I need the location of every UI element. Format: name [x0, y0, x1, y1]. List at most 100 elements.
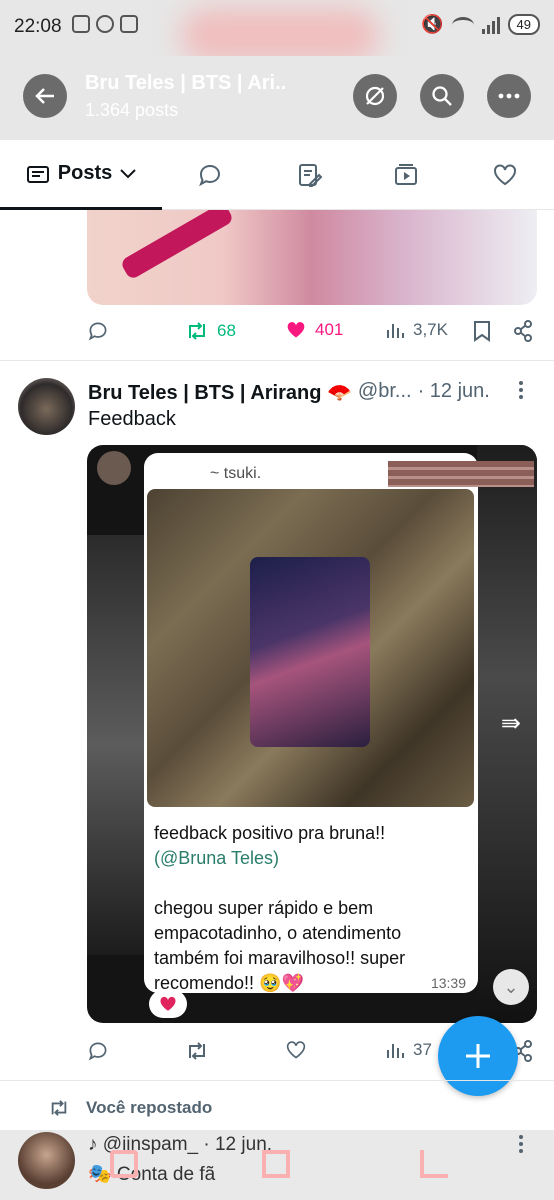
reply-button[interactable] — [87, 1040, 109, 1062]
photocard — [250, 557, 370, 747]
back-button[interactable] — [23, 74, 67, 118]
retweet-button[interactable]: 68 — [185, 320, 236, 342]
nav-back-icon[interactable] — [420, 1150, 448, 1178]
background-left — [87, 535, 147, 955]
arrow-left-icon — [35, 88, 54, 104]
retweet-button[interactable] — [185, 1040, 209, 1062]
more-horizontal-icon — [498, 93, 520, 99]
post3-subline: 🎭 Conta de fã — [88, 1164, 216, 1185]
views-count: 3,7K — [413, 320, 448, 339]
more-vertical-icon — [519, 381, 523, 399]
post-more-button[interactable] — [518, 380, 524, 406]
profile-header: Bru Teles | BTS | Ari... 1.364 posts — [0, 56, 554, 140]
tab-articles[interactable] — [280, 140, 340, 210]
divider — [0, 360, 554, 361]
chat-avatar — [97, 451, 131, 485]
divider — [0, 1080, 554, 1081]
author-name[interactable]: Bru Teles | BTS | Arirang 🪭 — [88, 380, 352, 405]
repost-label: Você repostado — [86, 1098, 213, 1117]
post-more-button[interactable] — [518, 1134, 524, 1160]
search-button[interactable] — [420, 74, 464, 118]
views-button[interactable]: 37 — [385, 1040, 432, 1060]
avatar[interactable] — [18, 1132, 75, 1189]
chevron-down-icon — [120, 168, 136, 178]
retweet-icon — [189, 1042, 205, 1060]
lightstick-shape — [119, 210, 235, 281]
like-count: 401 — [315, 320, 344, 339]
posts-icon — [26, 165, 49, 183]
views-button[interactable]: 3,7K — [385, 320, 448, 340]
nav-recents-icon[interactable] — [110, 1150, 138, 1178]
chat-message: feedback positivo pra bruna!! (@Bruna Te… — [154, 821, 468, 996]
mute-icon: 🔇 — [421, 14, 444, 34]
retweet-count: 68 — [217, 321, 236, 340]
chat-message-line2: chegou super rápido e bem empacotadinho,… — [154, 898, 406, 993]
chat-sender: ~ tsuki. — [210, 465, 262, 482]
bookmark-icon — [474, 321, 490, 342]
redacted-text — [388, 461, 534, 487]
reply-button[interactable] — [87, 320, 109, 342]
search-icon — [432, 86, 452, 106]
bookmark-button[interactable] — [473, 320, 491, 342]
profile-name: Bru Teles | BTS | Ari... — [85, 72, 285, 94]
views-count: 37 — [413, 1040, 432, 1059]
reply-icon — [88, 322, 107, 341]
post-image[interactable] — [87, 210, 537, 305]
heart-reaction — [149, 990, 187, 1018]
heart-outline-icon — [286, 1041, 306, 1059]
like-button[interactable] — [285, 1040, 307, 1060]
heart-reaction-icon — [160, 996, 176, 1011]
chat-bubble: ~ tsuki. feedback positivo pra bruna!! (… — [144, 453, 534, 996]
tab-replies[interactable] — [180, 140, 240, 210]
compose-button[interactable] — [438, 1016, 518, 1096]
views-icon — [387, 1044, 404, 1058]
post-date: · 12 jun. — [417, 380, 490, 402]
heart-outline-icon — [494, 164, 516, 186]
chat-message-line1: feedback positivo pra bruna!! — [154, 823, 386, 843]
avatar[interactable] — [18, 378, 75, 435]
post-media[interactable]: ~ tsuki. feedback positivo pra bruna!! (… — [87, 445, 537, 1023]
more-vertical-icon — [519, 1135, 523, 1153]
tab-posts-label: Posts — [57, 162, 113, 184]
screenshot-icon — [72, 15, 90, 33]
reply-icon — [88, 1042, 107, 1061]
chat-photo — [147, 489, 474, 807]
nav-home-icon[interactable] — [262, 1150, 290, 1178]
status-bar: 22:08 🔇 49 — [0, 0, 554, 63]
grok-icon — [365, 86, 385, 106]
more-options-button[interactable] — [487, 74, 531, 118]
post-count: 1.364 posts — [85, 100, 179, 120]
heart-filled-icon — [287, 322, 305, 338]
tab-posts[interactable]: Posts — [0, 140, 162, 210]
post-text: Feedback — [88, 408, 176, 430]
post-header: Bru Teles | BTS | Arirang 🪭 @br... · 12 … — [88, 380, 508, 405]
retweet-icon — [189, 322, 205, 340]
plus-icon — [466, 1044, 490, 1068]
chat-time: 13:39 — [430, 975, 466, 991]
battery-indicator: 49 — [507, 14, 540, 35]
post-actions: 68 401 3,7K — [87, 320, 537, 350]
like-button[interactable]: 401 — [285, 320, 343, 340]
wifi-icon — [451, 16, 474, 33]
signal-icon — [481, 16, 500, 34]
retweet-icon — [51, 1100, 67, 1116]
author-handle: @br... — [357, 380, 412, 402]
instagram-icon — [120, 15, 138, 33]
share-icon — [514, 320, 532, 342]
blurred-region — [180, 8, 380, 63]
views-icon — [387, 324, 404, 338]
profile-tabs: Posts — [0, 140, 554, 210]
share-button[interactable] — [513, 320, 533, 342]
media-icon — [395, 164, 417, 185]
reply-icon — [199, 164, 221, 187]
chat-mention: (@Bruna Teles) — [154, 848, 279, 868]
scroll-down-icon: ⌄ — [493, 969, 529, 1005]
status-time: 22:08 — [14, 16, 62, 37]
article-edit-icon — [299, 164, 323, 187]
forward-icon: ⇛ — [500, 710, 521, 737]
grok-button[interactable] — [353, 74, 397, 118]
tab-likes[interactable] — [475, 140, 535, 210]
notification-icons — [72, 15, 138, 33]
repost-indicator: Você repostado — [48, 1098, 212, 1118]
tab-media[interactable] — [376, 140, 436, 210]
